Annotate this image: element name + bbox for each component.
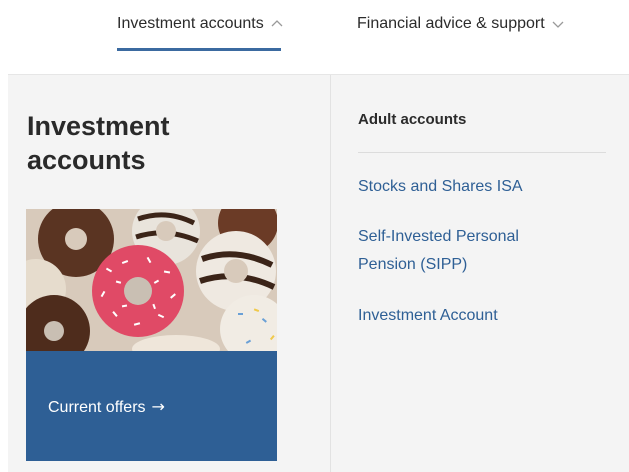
active-tab-indicator [117, 48, 281, 51]
panel-left-column: Investment accounts Current offers → [8, 75, 330, 472]
current-offers-link[interactable]: Current offers → [48, 397, 165, 417]
chevron-up-icon [271, 20, 283, 27]
current-offers-card[interactable]: Current offers → [26, 351, 277, 461]
nav-item-financial-advice-support[interactable]: Financial advice & support [357, 12, 565, 36]
panel-title: Investment accounts [27, 111, 170, 175]
page: Investment accounts Financial advice & s… [0, 0, 629, 472]
nav-item-label: Financial advice & support [357, 15, 545, 32]
dropdown-panel: Investment accounts Current offers → Adu… [8, 74, 629, 472]
nav-item-investment-accounts[interactable]: Investment accounts [117, 12, 284, 36]
nav-item-label: Investment accounts [117, 15, 264, 32]
section-heading-adult-accounts: Adult accounts [358, 111, 467, 128]
panel-right-column: Adult accounts Stocks and Shares ISA Sel… [331, 75, 629, 472]
chevron-down-icon [552, 21, 564, 28]
link-stocks-and-shares-isa[interactable]: Stocks and Shares ISA [358, 173, 588, 201]
link-sipp[interactable]: Self-Invested Personal Pension (SIPP) [358, 223, 558, 279]
section-divider [358, 152, 606, 153]
current-offers-label: Current offers [48, 399, 146, 416]
promo-image-donuts [26, 209, 277, 351]
link-investment-account[interactable]: Investment Account [358, 302, 588, 330]
top-navigation: Investment accounts Financial advice & s… [0, 0, 629, 74]
arrow-right-icon: → [151, 397, 165, 416]
donuts-illustration [26, 209, 277, 351]
